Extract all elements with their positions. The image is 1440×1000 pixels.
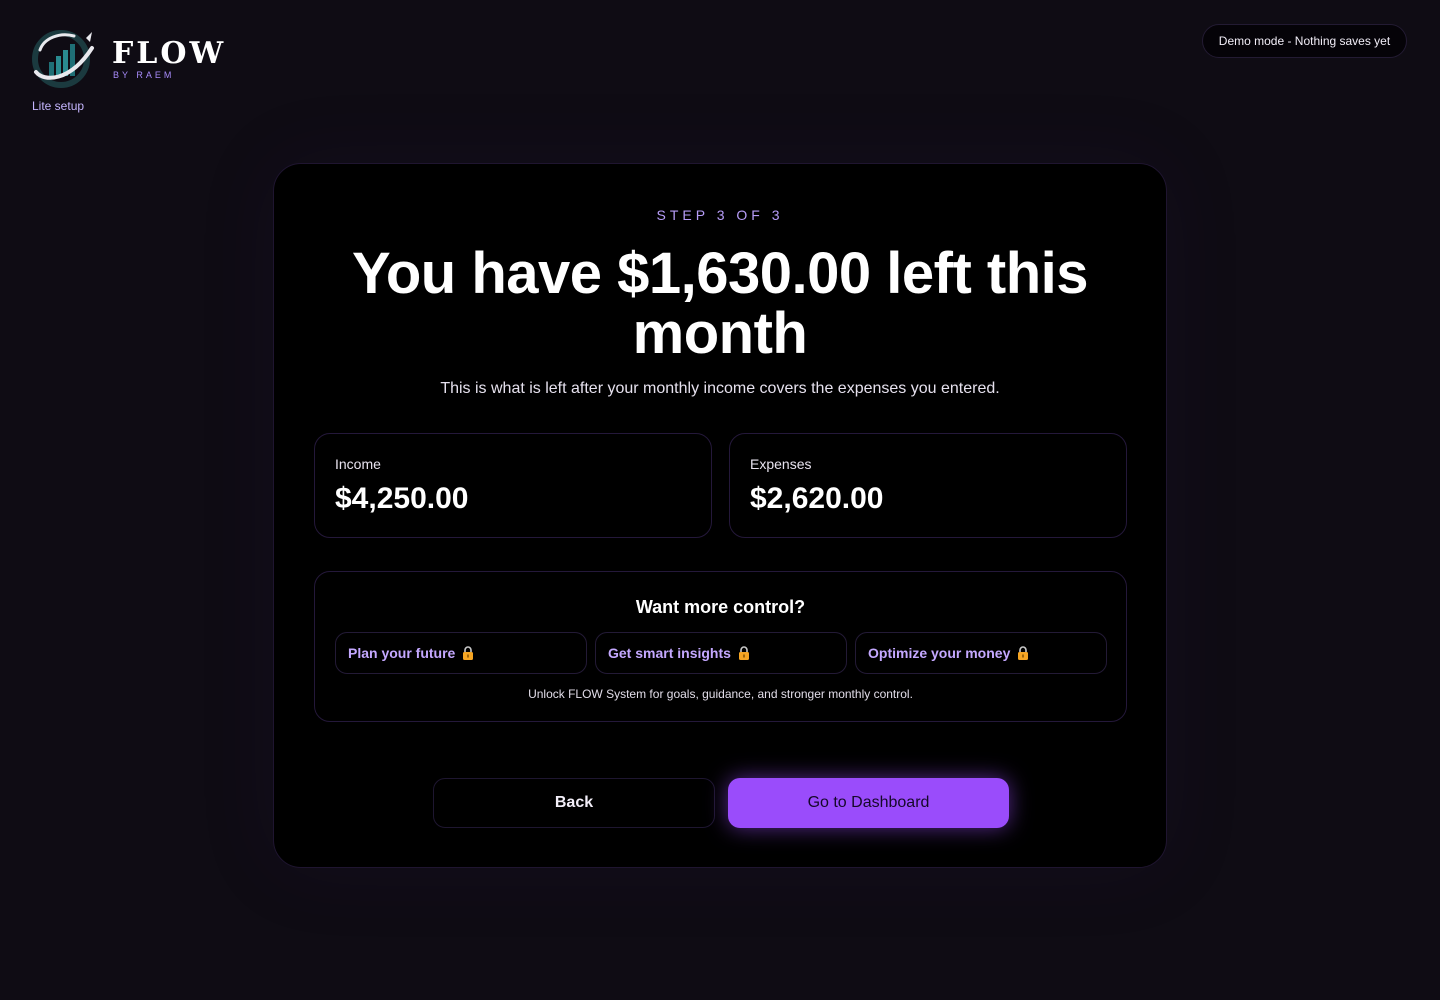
expenses-value: $2,620.00 <box>750 482 884 515</box>
page-title: You have $1,630.00 left this month <box>351 241 1089 366</box>
income-label: Income <box>335 456 381 472</box>
expenses-label: Expenses <box>750 456 812 472</box>
upgrade-panel: Want more control? Plan your future Get … <box>314 571 1127 722</box>
page-subtitle: This is what is left after your monthly … <box>440 380 1000 397</box>
upgrade-note: Unlock FLOW System for goals, guidance, … <box>528 687 913 701</box>
page: FLOW BY RAEM Lite setup Demo mode - Noth… <box>0 0 1440 1000</box>
feature-label: Get smart insights <box>608 645 731 661</box>
feature-smart-insights[interactable]: Get smart insights <box>595 632 847 674</box>
demo-mode-badge: Demo mode - Nothing saves yet <box>1202 24 1407 58</box>
feature-label: Optimize your money <box>868 645 1011 661</box>
income-summary: Income $4,250.00 <box>314 433 712 538</box>
expenses-summary: Expenses $2,620.00 <box>729 433 1127 538</box>
brand-wordmark: FLOW BY RAEM <box>112 37 226 80</box>
brand-byline: BY RAEM <box>113 69 175 80</box>
go-to-dashboard-button[interactable]: Go to Dashboard <box>728 778 1009 828</box>
income-value: $4,250.00 <box>335 482 469 515</box>
brand-name: FLOW <box>112 35 227 71</box>
feature-plan-future[interactable]: Plan your future <box>335 632 587 674</box>
summary-card: STEP 3 OF 3 You have $1,630.00 left this… <box>273 163 1167 868</box>
feature-label: Plan your future <box>348 645 456 661</box>
feature-optimize-money[interactable]: Optimize your money <box>855 632 1107 674</box>
lite-setup-label: Lite setup <box>32 99 85 113</box>
upgrade-title: Want more control? <box>635 597 806 617</box>
lock-icon <box>463 646 474 660</box>
back-button[interactable]: Back <box>433 778 715 828</box>
brand-logo[interactable]: FLOW BY RAEM <box>30 28 226 88</box>
step-indicator: STEP 3 OF 3 <box>656 207 784 223</box>
lock-icon <box>738 646 749 660</box>
flow-logo-icon <box>32 30 94 88</box>
lock-icon <box>1018 646 1029 660</box>
